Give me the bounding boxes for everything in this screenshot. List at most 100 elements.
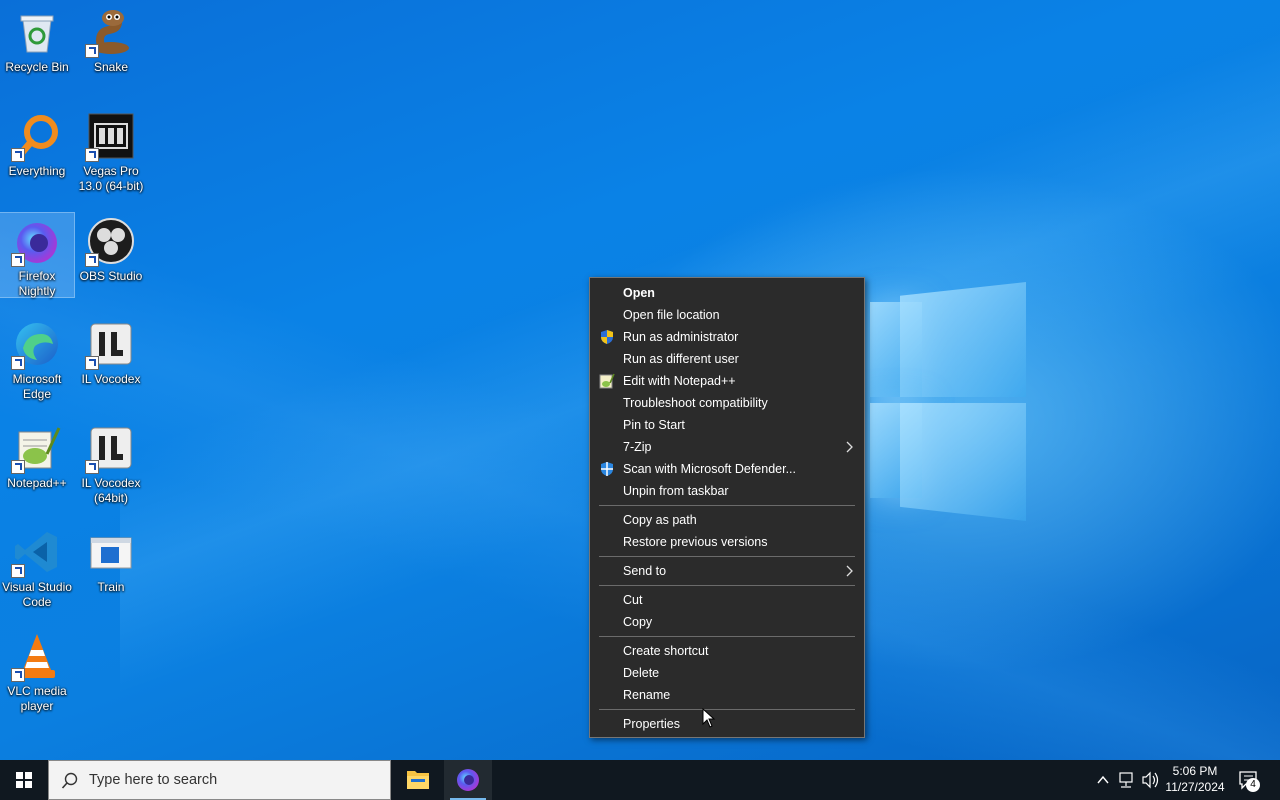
show-hidden-icons-button[interactable]: [1094, 760, 1112, 800]
menu-separator: [599, 585, 855, 586]
notification-count-badge: 4: [1246, 778, 1260, 792]
vscode-icon: [11, 528, 61, 578]
desktop-icon-everything[interactable]: Everything: [0, 108, 74, 179]
menu-item-label: Properties: [623, 717, 680, 731]
menu-item-run-as-different-user[interactable]: Run as different user: [590, 348, 864, 370]
icon-label: VLC media player: [7, 684, 67, 713]
icon-label: Visual Studio Code: [2, 580, 72, 609]
menu-item-label: Unpin from taskbar: [623, 484, 729, 498]
icon-label: Everything: [8, 164, 66, 178]
taskbar-clock[interactable]: 5:06 PM 11/27/2024: [1160, 763, 1230, 795]
chevron-up-icon: [1097, 775, 1109, 784]
volume-tray-button[interactable]: [1140, 760, 1160, 800]
desktop-icon-snake[interactable]: Snake: [74, 4, 148, 75]
menu-item-send-to[interactable]: Send to: [590, 560, 864, 582]
menu-item-delete[interactable]: Delete: [590, 662, 864, 684]
notepad-plus-plus-icon: [599, 373, 615, 389]
menu-item-label: Run as administrator: [623, 330, 739, 344]
snake-icon: [85, 8, 135, 58]
network-icon: [1119, 772, 1133, 788]
desktop-icon-il-vocodex[interactable]: IL Vocodex: [74, 316, 148, 387]
taskbar-file-explorer-button[interactable]: [394, 760, 442, 800]
desktop-icon-firefox-nightly[interactable]: Firefox Nightly: [0, 212, 75, 298]
icon-label: Vegas Pro 13.0 (64-bit): [78, 164, 144, 193]
volume-icon: [1142, 771, 1159, 789]
menu-item-label: Send to: [623, 564, 667, 578]
search-icon: [61, 772, 79, 795]
train-icon: [87, 528, 135, 576]
icon-label: Firefox Nightly: [18, 269, 56, 298]
network-tray-button[interactable]: [1116, 760, 1136, 800]
menu-item-label: Create shortcut: [623, 644, 709, 658]
desktop-icon-recycle-bin[interactable]: Recycle Bin: [0, 4, 74, 75]
menu-item-label: Pin to Start: [623, 418, 685, 432]
firefox-nightly-icon: [11, 217, 61, 267]
chevron-right-icon: [846, 560, 854, 588]
menu-item-label: Run as different user: [623, 352, 739, 366]
taskbar: Type here to search 5:06 PM 11/27/2024: [0, 760, 1280, 800]
file-explorer-icon: [407, 771, 429, 789]
menu-item-label: Rename: [623, 688, 671, 702]
everything-search-icon: [11, 112, 61, 162]
desktop-icon-edge[interactable]: Microsoft Edge: [0, 316, 74, 402]
menu-separator: [599, 556, 855, 557]
desktop-icon-vlc[interactable]: VLC media player: [0, 628, 74, 714]
menu-separator: [599, 709, 855, 710]
menu-item-copy[interactable]: Copy: [590, 611, 864, 633]
desktop-icon-il-vocodex-64[interactable]: IL Vocodex (64bit): [74, 420, 148, 506]
menu-item-properties[interactable]: Properties: [590, 713, 864, 735]
icon-label: IL Vocodex (64bit): [81, 476, 141, 505]
windows-logo-wallpaper: [850, 282, 1030, 522]
menu-item-7-zip[interactable]: 7-Zip: [590, 436, 864, 458]
desktop[interactable]: Recycle Bin Snake Everything Vegas Pro 1…: [0, 0, 1280, 760]
icon-label: Notepad++: [7, 476, 67, 490]
menu-item-copy-as-path[interactable]: Copy as path: [590, 509, 864, 531]
menu-item-label: Delete: [623, 666, 660, 680]
windows-start-icon: [16, 772, 32, 788]
desktop-icon-notepad-plus-plus[interactable]: Notepad++: [0, 420, 74, 491]
menu-item-label: Restore previous versions: [623, 535, 768, 549]
firefox-nightly-icon: [457, 769, 479, 791]
menu-item-label: 7-Zip: [623, 440, 652, 454]
clock-date: 11/27/2024: [1165, 780, 1225, 794]
icon-label: OBS Studio: [79, 269, 143, 283]
menu-item-label: Copy: [623, 615, 653, 629]
desktop-icon-obs-studio[interactable]: OBS Studio: [74, 213, 148, 284]
menu-item-label: Copy as path: [623, 513, 697, 527]
icon-label: Train: [97, 580, 125, 594]
mouse-cursor-icon: [702, 707, 716, 728]
vegas-pro-icon: [85, 112, 135, 162]
menu-item-pin-to-start[interactable]: Pin to Start: [590, 414, 864, 436]
icon-label: IL Vocodex: [81, 372, 141, 386]
recycle-bin-icon: [13, 8, 61, 56]
menu-item-run-as-administrator[interactable]: Run as administrator: [590, 326, 864, 348]
menu-item-restore-previous-versions[interactable]: Restore previous versions: [590, 531, 864, 553]
menu-item-troubleshoot-compatibility[interactable]: Troubleshoot compatibility: [590, 392, 864, 414]
desktop-icon-vegas-pro[interactable]: Vegas Pro 13.0 (64-bit): [74, 108, 148, 194]
menu-item-create-shortcut[interactable]: Create shortcut: [590, 640, 864, 662]
menu-item-label: Open: [623, 286, 655, 300]
taskbar-firefox-nightly-button[interactable]: [444, 760, 492, 800]
menu-item-open-file-location[interactable]: Open file location: [590, 304, 864, 326]
menu-item-cut[interactable]: Cut: [590, 589, 864, 611]
il-vocodex-64-icon: [85, 424, 135, 474]
edge-icon: [11, 320, 61, 370]
uac-shield-icon: [599, 329, 615, 345]
il-vocodex-icon: [85, 320, 135, 370]
taskbar-search-box[interactable]: Type here to search: [48, 760, 391, 800]
menu-item-unpin-from-taskbar[interactable]: Unpin from taskbar: [590, 480, 864, 502]
menu-item-rename[interactable]: Rename: [590, 684, 864, 706]
defender-icon: [599, 461, 615, 477]
menu-item-label: Scan with Microsoft Defender...: [623, 462, 796, 476]
desktop-icon-vscode[interactable]: Visual Studio Code: [0, 524, 74, 610]
desktop-icon-train[interactable]: Train: [74, 524, 148, 595]
icon-label: Recycle Bin: [5, 60, 69, 74]
menu-item-open[interactable]: Open: [590, 282, 864, 304]
menu-item-scan-with-defender[interactable]: Scan with Microsoft Defender...: [590, 458, 864, 480]
menu-item-edit-with-notepad-plus-plus[interactable]: Edit with Notepad++: [590, 370, 864, 392]
start-button[interactable]: [0, 760, 48, 800]
menu-separator: [599, 505, 855, 506]
menu-separator: [599, 636, 855, 637]
menu-item-label: Open file location: [623, 308, 720, 322]
notepad-plus-plus-icon: [11, 424, 61, 474]
